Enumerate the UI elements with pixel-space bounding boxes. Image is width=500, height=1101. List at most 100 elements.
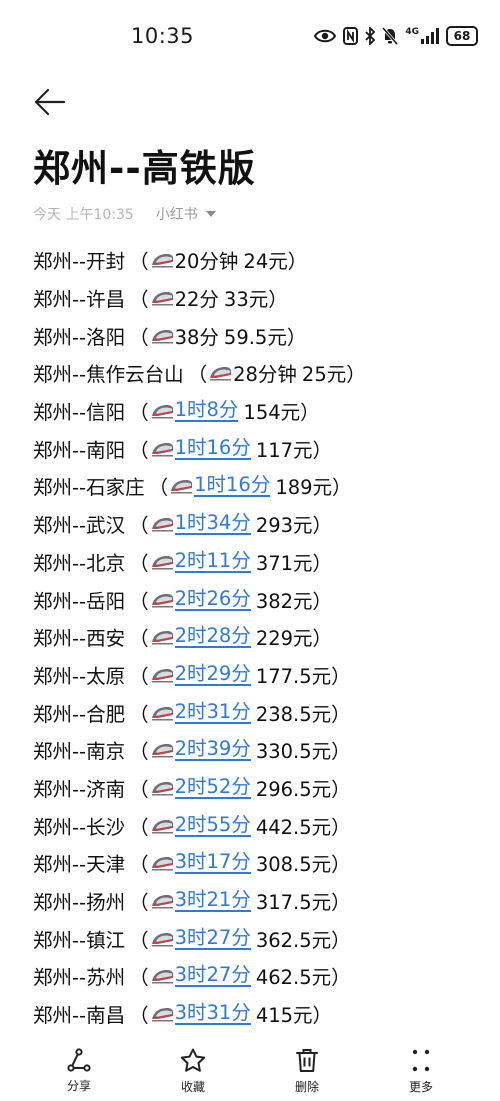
star-icon xyxy=(180,1048,206,1072)
duration-link[interactable]: 2时11分 xyxy=(174,550,251,573)
duration-link[interactable]: 1时16分 xyxy=(194,474,271,498)
route-item: 郑州--焦作云台山（ 28分钟 25元） xyxy=(33,354,493,392)
duration-link[interactable]: 3时27分 xyxy=(174,927,251,950)
train-icon xyxy=(151,440,174,457)
route-price: 238.5元） xyxy=(255,702,351,726)
route-name: 郑州--太原 xyxy=(33,664,126,688)
duration-text: 38分 xyxy=(174,325,219,349)
route-price: 154元） xyxy=(243,401,320,425)
train-icon xyxy=(151,930,174,947)
train-icon xyxy=(151,666,174,683)
route-paren: （ xyxy=(148,476,169,500)
page-title: 郑州--高铁版 xyxy=(33,147,256,190)
note-meta: 今天 上午10:35 小红书 xyxy=(33,204,216,224)
train-icon xyxy=(151,854,174,871)
route-item: 郑州--合肥（ 2时31分 238.5元） xyxy=(33,693,493,731)
route-item: 郑州--西安（ 2时28分 229元） xyxy=(33,618,493,656)
route-name: 郑州--济南 xyxy=(33,777,126,801)
train-icon xyxy=(151,251,174,268)
route-name: 郑州--信阳 xyxy=(33,401,126,425)
train-icon xyxy=(151,967,174,984)
train-icon xyxy=(151,402,174,419)
route-price: 177.5元） xyxy=(255,664,351,688)
route-paren: （ xyxy=(129,664,149,688)
duration-link[interactable]: 3时31分 xyxy=(174,1002,251,1026)
route-item: 郑州--南昌（ 3时31分 415元） xyxy=(33,995,493,1033)
route-paren: （ xyxy=(129,928,149,952)
route-item: 郑州--许昌（ 22分 33元） xyxy=(33,279,493,317)
route-item: 郑州--南阳（ 1时16分 117元） xyxy=(33,429,493,467)
train-icon xyxy=(151,515,174,532)
route-paren: （ xyxy=(129,325,149,349)
route-paren: （ xyxy=(129,627,149,651)
duration-link[interactable]: 2时39分 xyxy=(174,738,251,762)
note-source[interactable]: 小红书 xyxy=(156,204,198,224)
duration-link[interactable]: 1时16分 xyxy=(174,437,251,460)
duration-link[interactable]: 2时52分 xyxy=(174,776,251,799)
route-name: 郑州--石家庄 xyxy=(33,476,145,500)
delete-button[interactable]: 删除 xyxy=(267,1048,347,1095)
route-paren: （ xyxy=(129,401,149,425)
route-item: 郑州--太原（ 2时29分 177.5元） xyxy=(33,656,493,694)
route-name: 郑州--洛阳 xyxy=(33,325,126,349)
route-item: 郑州--武汉（ 1时34分 293元） xyxy=(33,505,493,543)
route-paren: （ xyxy=(129,514,149,538)
route-price: 25元） xyxy=(301,363,366,387)
train-icon xyxy=(209,364,232,381)
route-name: 郑州--天津 xyxy=(33,853,126,877)
bluetooth-icon xyxy=(365,27,376,45)
duration-link[interactable]: 1时34分 xyxy=(174,512,251,536)
duration-link[interactable]: 2时26分 xyxy=(174,588,251,611)
route-paren: （ xyxy=(129,740,149,764)
duration-link[interactable]: 2时28分 xyxy=(174,625,251,649)
route-name: 郑州--许昌 xyxy=(33,288,126,312)
route-paren: （ xyxy=(129,250,149,274)
route-price: 371元） xyxy=(255,551,333,575)
route-item: 郑州--洛阳（ 38分 59.5元） xyxy=(33,316,493,354)
route-item: 郑州--北京（ 2时11分 371元） xyxy=(33,543,493,581)
route-name: 郑州--苏州 xyxy=(33,966,126,990)
duration-link[interactable]: 3时21分 xyxy=(174,889,251,913)
route-name: 郑州--焦作云台山 xyxy=(33,363,184,387)
route-item: 郑州--苏州（ 3时27分 462.5元） xyxy=(33,957,493,995)
route-paren: （ xyxy=(129,551,149,575)
route-paren: （ xyxy=(129,288,149,312)
route-name: 郑州--岳阳 xyxy=(33,589,126,613)
nfc-icon xyxy=(343,27,359,45)
route-name: 郑州--合肥 xyxy=(33,702,126,726)
favorite-button[interactable]: 收藏 xyxy=(153,1048,233,1095)
more-button[interactable]: 更多 xyxy=(381,1048,461,1095)
duration-text: 22分 xyxy=(174,288,219,312)
train-icon xyxy=(151,892,174,909)
train-icon xyxy=(151,553,174,570)
chevron-down-icon[interactable] xyxy=(205,211,216,217)
route-item: 郑州--开封（ 20分钟 24元） xyxy=(33,241,493,279)
route-list: 郑州--开封（20分钟 24元） 郑州--许昌（22分 33元） 郑州--洛阳（38分 5… xyxy=(33,241,493,1032)
duration-link[interactable]: 3时27分 xyxy=(174,964,251,988)
route-price: 117元） xyxy=(255,438,333,462)
route-item: 郑州--信阳（ 1时8分 154元） xyxy=(33,392,493,430)
more-label: 更多 xyxy=(408,1080,433,1094)
duration-link[interactable]: 1时8分 xyxy=(174,399,239,423)
battery-icon: 68 xyxy=(446,26,478,46)
duration-text: 28分钟 xyxy=(233,363,297,387)
trash-icon xyxy=(296,1049,318,1072)
duration-link[interactable]: 3时17分 xyxy=(174,851,251,875)
route-name: 郑州--南昌 xyxy=(33,1004,126,1028)
duration-link[interactable]: 2时29分 xyxy=(174,663,251,686)
share-button[interactable]: 分享 xyxy=(39,1048,119,1094)
back-button[interactable] xyxy=(33,86,67,118)
duration-link[interactable]: 2时31分 xyxy=(174,701,251,724)
favorite-label: 收藏 xyxy=(180,1080,205,1094)
route-paren: （ xyxy=(129,589,149,613)
bottom-action-bar: 分享 收藏 删除 更多 xyxy=(0,1040,500,1101)
status-icons: 4G 68 xyxy=(314,23,478,49)
train-icon xyxy=(151,1005,174,1022)
duration-link[interactable]: 2时55分 xyxy=(174,814,251,837)
route-item: 郑州--岳阳（ 2时26分 382元） xyxy=(33,580,493,618)
route-price: 415元） xyxy=(255,1004,333,1028)
route-name: 郑州--南阳 xyxy=(33,438,126,462)
route-paren: （ xyxy=(129,966,149,990)
route-paren: （ xyxy=(129,853,149,877)
route-price: 33元） xyxy=(223,288,288,312)
